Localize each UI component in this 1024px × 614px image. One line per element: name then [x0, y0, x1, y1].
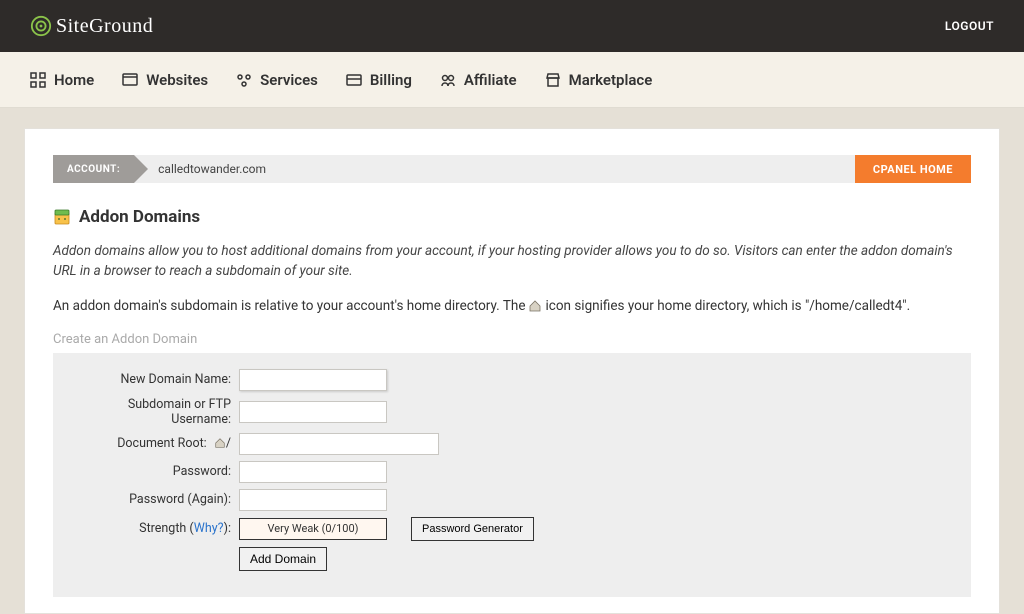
nav-websites[interactable]: Websites [122, 71, 208, 89]
section-description: Addon domains allow you to host addition… [53, 241, 971, 282]
desc2-pre: An addon domain's subdomain is relative … [53, 296, 525, 316]
main-panel: ACCOUNT: calledtowander.com CPANEL HOME … [24, 128, 1000, 614]
password-generator-button[interactable]: Password Generator [411, 517, 534, 541]
nav-billing[interactable]: Billing [346, 71, 412, 89]
create-form: New Domain Name: Subdomain or FTP Userna… [53, 353, 971, 597]
nav-services-label: Services [260, 71, 318, 89]
add-domain-button[interactable]: Add Domain [239, 547, 327, 571]
label-new-domain: New Domain Name: [69, 372, 239, 387]
subdomain-input[interactable] [239, 401, 387, 423]
nav-affiliate[interactable]: Affiliate [440, 71, 517, 89]
desc2-post: icon signifies your home directory, whic… [545, 296, 910, 316]
content-area: Addon Domains Addon domains allow you to… [25, 183, 999, 613]
home-directory-icon [528, 299, 542, 313]
label-password: Password: [69, 464, 239, 479]
billing-icon [346, 72, 362, 88]
brand-name: SiteGround [56, 15, 153, 38]
home-directory-icon-small [212, 437, 226, 451]
nav-affiliate-label: Affiliate [464, 71, 517, 89]
affiliate-icon [440, 72, 456, 88]
cpanel-home-button[interactable]: CPANEL HOME [855, 155, 971, 183]
services-icon [236, 72, 252, 88]
nav-marketplace-label: Marketplace [569, 71, 653, 89]
account-domain: calledtowander.com [134, 155, 855, 183]
password-input[interactable] [239, 461, 387, 483]
label-subdomain: Subdomain or FTP Username: [69, 397, 239, 427]
section-description-2: An addon domain's subdomain is relative … [53, 296, 971, 316]
nav-marketplace[interactable]: Marketplace [545, 71, 653, 89]
brand-swirl-icon [30, 15, 52, 37]
section-title-text: Addon Domains [79, 207, 200, 227]
websites-icon [122, 72, 138, 88]
section-title: Addon Domains [53, 207, 971, 227]
label-password-again: Password (Again): [69, 492, 239, 507]
label-strength: Strength (Why?): [69, 521, 239, 536]
logout-link[interactable]: LOGOUT [945, 19, 994, 33]
home-grid-icon [30, 72, 46, 88]
strength-meter: Very Weak (0/100) [239, 518, 387, 540]
top-bar: SiteGround LOGOUT [0, 0, 1024, 52]
document-root-input[interactable] [239, 433, 439, 455]
doc-root-slash: / [226, 436, 231, 451]
label-doc-root: Document Root: / [69, 436, 239, 451]
new-domain-input[interactable] [239, 369, 387, 391]
nav-billing-label: Billing [370, 71, 412, 89]
nav-home[interactable]: Home [30, 71, 94, 89]
brand-logo[interactable]: SiteGround [30, 15, 153, 38]
main-nav: Home Websites Services Billing Affiliate… [0, 52, 1024, 108]
marketplace-icon [545, 72, 561, 88]
account-label: ACCOUNT: [53, 155, 134, 183]
password-again-input[interactable] [239, 489, 387, 511]
nav-services[interactable]: Services [236, 71, 318, 89]
page-wrap: ACCOUNT: calledtowander.com CPANEL HOME … [0, 108, 1024, 614]
strength-why-link[interactable]: Why? [194, 521, 224, 536]
addon-domains-icon [53, 208, 71, 226]
account-bar: ACCOUNT: calledtowander.com CPANEL HOME [53, 155, 971, 183]
nav-websites-label: Websites [146, 71, 208, 89]
form-title: Create an Addon Domain [53, 332, 971, 347]
nav-home-label: Home [54, 71, 94, 89]
